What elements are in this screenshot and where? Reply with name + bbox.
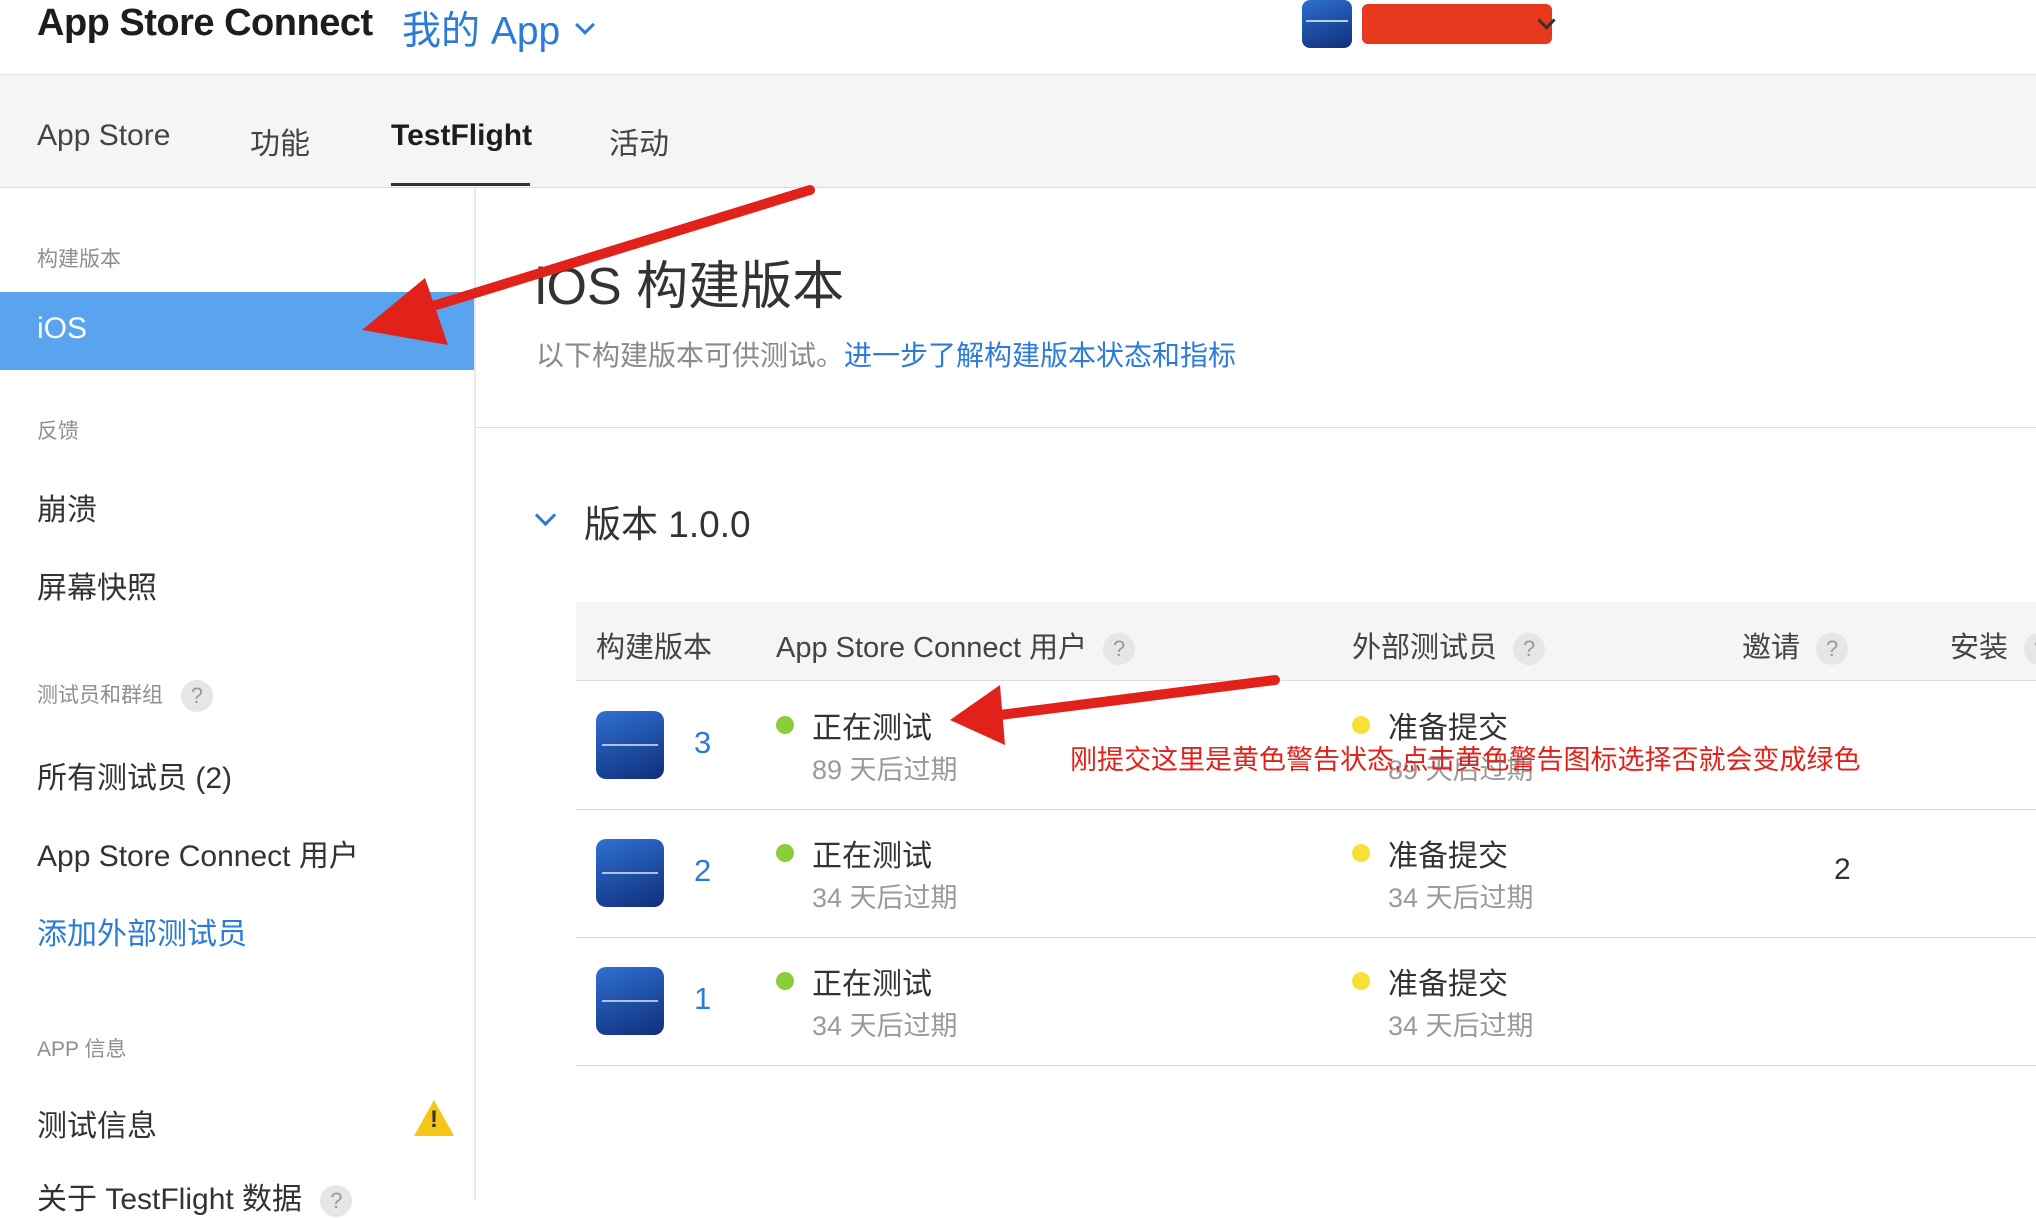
annotation-arrows bbox=[362, 185, 1280, 745]
annotation-arrow-status bbox=[950, 675, 1280, 745]
annotation-arrow-sidebar bbox=[362, 185, 815, 345]
